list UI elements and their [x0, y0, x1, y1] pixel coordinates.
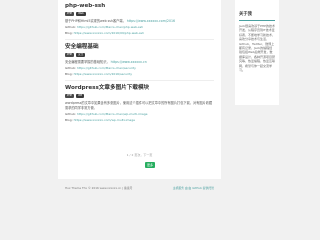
post-3: Wordpress文章多图片下载模块 PHP WP wordpress的文章中如… — [65, 85, 214, 122]
tag[interactable]: 安全 — [76, 53, 86, 58]
meta-row: Github: https://github.com/Marcs-chen/ph… — [65, 25, 214, 29]
meta-label: Blog: — [65, 31, 73, 36]
post-title[interactable]: Wordpress文章多图片下载模块 — [65, 85, 214, 92]
post-tags: PHP 安全 — [65, 53, 214, 58]
desc-link[interactable]: https://www.xxxxxx.com/2016 — [127, 19, 175, 23]
more-button[interactable]: 更多 — [145, 162, 155, 168]
post-description: 基于PHP和Html5实现的web ssh客户端， https://www.xx… — [65, 19, 214, 23]
tag[interactable]: Web — [76, 12, 86, 16]
post-description: wordpress的文章中如果含有多张图片，使用这个插件可以把文章中的所有图片打… — [65, 101, 214, 109]
meta-row: Blog: https://www.xxxxxx.com/wp-multi-im… — [65, 118, 214, 122]
meta-link[interactable]: https://www.xxxxxx.com/2016/security — [74, 72, 132, 76]
desc-text: 安全编程需要掌握的基础知识， — [65, 60, 110, 65]
meta-row: Github: https://github.com/Marcs-chen/wp… — [65, 112, 214, 116]
post-tags: PHP Web — [65, 12, 214, 16]
desc-text: wordpress的文章中如果含有多张图片，使用这个插件可以把文章中的所有图片打… — [65, 101, 213, 110]
tag[interactable]: WP — [76, 94, 85, 99]
footer-right[interactable]: 主机服务 由 由 GitHub 提供托管 — [173, 186, 214, 190]
divider — [65, 39, 214, 41]
tag[interactable]: PHP — [65, 94, 75, 99]
sidebar-heading: 关于我 — [239, 12, 252, 17]
post-title[interactable]: php-web-ssh — [65, 3, 214, 10]
pager: 1 / 2 页次，下一页 — [58, 153, 221, 157]
post-tags: PHP WP — [65, 94, 214, 99]
divider — [65, 80, 214, 82]
meta-row: Blog: https://www.xxxxxx.com/2016/09/php… — [65, 31, 214, 35]
meta-label: Blog: — [65, 72, 73, 77]
post-description: 安全编程需要掌握的基础知识， https://www.xxxxxx.cn — [65, 60, 214, 64]
sidebar-about: 关于我 Jack很喜欢基于PHP的技术开发，从程序员到IT技术爱好者，不断地学习… — [235, 0, 279, 105]
post-2: 安全编程基础 PHP 安全 安全编程需要掌握的基础知识， https://www… — [65, 44, 214, 76]
meta-link[interactable]: https://www.xxxxxx.com/2016/09/php-web-s… — [74, 31, 144, 35]
meta-label: Github: — [65, 66, 77, 71]
meta-link[interactable]: https://github.com/Marcs-chen/wp-multi-i… — [77, 112, 147, 116]
post-1: php-web-ssh PHP Web 基于PHP和Html5实现的web ss… — [65, 0, 214, 35]
meta-link[interactable]: https://github.com/Marcs-chen/php-web-ss… — [77, 25, 143, 29]
meta-row: Github: https://github.com/Marcs-chen/se… — [65, 66, 214, 70]
meta-row: Blog: https://www.xxxxxx.com/2016/securi… — [65, 72, 214, 76]
tag[interactable]: PHP — [65, 53, 75, 58]
post-title[interactable]: 安全编程基础 — [65, 44, 214, 51]
meta-label: Github: — [65, 25, 77, 30]
sidebar-text: Jack很喜欢基于PHP的技术开发，从程序员到IT技术爱好者，不断地学习新技术，… — [239, 24, 276, 73]
main-content: php-web-ssh PHP Web 基于PHP和Html5实现的web ss… — [58, 0, 221, 179]
desc-text: 基于PHP和Html5实现的web ssh客户端， — [65, 19, 126, 23]
meta-label: Github: — [65, 111, 77, 116]
sidebar-divider — [239, 20, 275, 21]
footer: Hux Theme Thx © 2016 www.xxxxxx.cn | 备案号… — [58, 180, 221, 200]
meta-link[interactable]: https://www.xxxxxx.com/wp-multi-image — [74, 118, 135, 122]
tag[interactable]: PHP — [65, 12, 75, 16]
footer-left: Hux Theme Thx © 2016 www.xxxxxx.cn | 备案号 — [65, 186, 133, 190]
meta-label: Blog: — [65, 117, 73, 122]
pager-text[interactable]: 1 / 2 页次，下一页 — [127, 153, 153, 157]
desc-link[interactable]: https://www.xxxxxx.cn — [111, 60, 147, 64]
meta-link[interactable]: https://github.com/Marcs-chen/security — [77, 66, 136, 70]
